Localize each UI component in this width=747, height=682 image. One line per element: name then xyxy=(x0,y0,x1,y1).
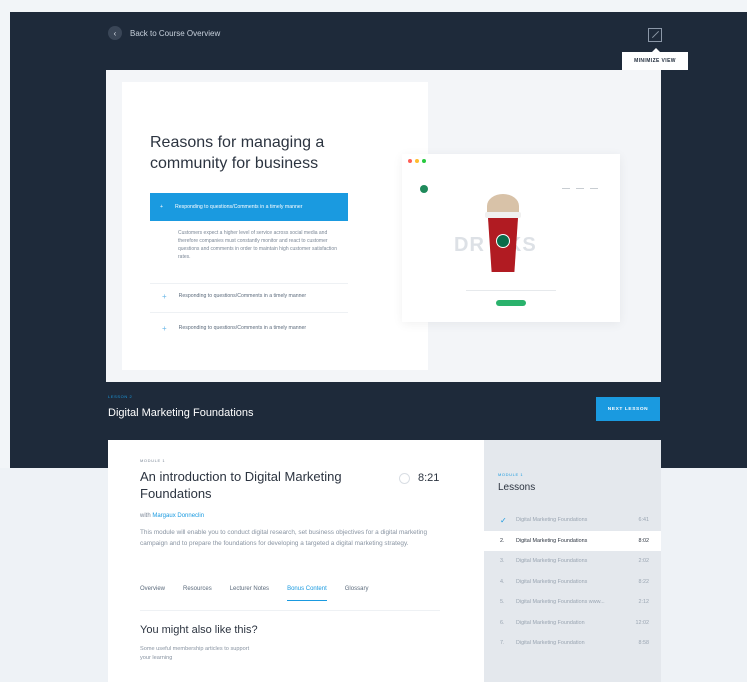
lesson-item[interactable]: 4. Digital Marketing Foundations 8:22 xyxy=(484,572,661,592)
close-dot xyxy=(408,159,412,163)
minimize-icon[interactable] xyxy=(648,28,662,42)
lesson-duration: 8:02 xyxy=(638,537,650,544)
cup-logo xyxy=(496,234,510,248)
lessons-title: Lessons xyxy=(498,482,536,493)
back-link-label: Back to Course Overview xyxy=(130,28,221,38)
suggestions-text: Some useful membership articles to suppo… xyxy=(140,646,250,661)
lesson-duration: 2:02 xyxy=(638,558,650,564)
lessons-module-label: MODULE 1 xyxy=(498,472,524,477)
brand-logo-icon xyxy=(420,185,428,193)
lesson-duration: 2:12 xyxy=(638,599,650,605)
lesson-number: 5. xyxy=(500,599,505,605)
browser-mockup: DR NKS xyxy=(402,154,620,322)
accordion-item-label: Responding to questions/Comments in a ti… xyxy=(178,293,307,299)
lesson-item[interactable]: 3. Digital Marketing Foundations 2:02 xyxy=(484,551,661,571)
accordion-item[interactable]: + Responding to questions/Comments in a … xyxy=(150,317,348,339)
lesson-name: Digital Marketing Foundation xyxy=(516,619,585,626)
maximize-dot xyxy=(422,159,426,163)
lesson-name: Digital Marketing Foundations xyxy=(516,578,588,585)
lessons-panel: MODULE 1 Lessons ✓ Digital Marketing Foun… xyxy=(484,440,661,682)
accordion-item-label: Responding to questions/Comments in a ti… xyxy=(178,325,307,331)
lesson-name: Digital Marketing Foundations xyxy=(516,517,588,523)
tab-overview[interactable]: Overview xyxy=(140,586,165,601)
clock-icon xyxy=(399,473,410,484)
accordion-item[interactable]: + Responding to questions/Comments in a … xyxy=(150,285,348,307)
suggestions-title: You might also like this? xyxy=(140,624,258,636)
mockup-button xyxy=(496,300,526,306)
slide-stage: Reasons for managing a community for bus… xyxy=(106,70,661,382)
lesson-item[interactable]: 5. Digital Marketing Foundations www... 2:… xyxy=(484,592,661,612)
author-line: with Margaux Donneclin xyxy=(140,513,204,519)
lesson-duration: 12:02 xyxy=(635,619,650,626)
minimize-tooltip: MINIMIZE VIEW xyxy=(622,48,688,70)
lesson-duration: 8:22 xyxy=(638,578,650,585)
lesson-number: 4. xyxy=(500,578,505,585)
accordion-item-active[interactable]: + Responding to questions/Comments in a … xyxy=(150,193,348,221)
check-icon: ✓ xyxy=(500,515,507,525)
lesson-name: Digital Marketing Foundations www... xyxy=(516,599,605,605)
lesson-item[interactable]: 2. Digital Marketing Foundations 8:02 xyxy=(484,530,661,551)
module-label: MODULE 1 xyxy=(140,458,166,463)
accordion-active-label: Responding to questions/Comments in a ti… xyxy=(175,204,303,210)
tab-bonus-content[interactable]: Bonus Content xyxy=(287,586,327,601)
module-title: An introduction to Digital Marketing Fou… xyxy=(140,469,342,501)
lesson-label: LESSON 2 xyxy=(108,394,133,399)
author-prefix: with xyxy=(140,513,151,519)
lesson-number: 3. xyxy=(500,558,505,564)
mockup-nav xyxy=(562,188,598,189)
tab-resources[interactable]: Resources xyxy=(183,586,212,601)
module-card: MODULE 1 An introduction to Digital Mark… xyxy=(108,440,484,682)
plus-icon: + xyxy=(160,204,164,210)
accordion-body: Customers expect a higher level of servi… xyxy=(178,230,337,260)
plus-icon: + xyxy=(162,323,167,333)
author-link[interactable]: Margaux Donneclin xyxy=(152,513,204,519)
next-lesson-button[interactable]: NEXT LESSON xyxy=(596,397,660,421)
lesson-item[interactable]: 6. Digital Marketing Foundation 12:02 xyxy=(484,613,661,633)
lesson-name: Digital Marketing Foundation xyxy=(516,640,585,646)
lesson-title: Digital Marketing Foundations xyxy=(108,407,254,419)
lesson-duration: 8:58 xyxy=(638,640,650,646)
cup-lid xyxy=(485,212,521,218)
lesson-name: Digital Marketing Foundations xyxy=(516,558,588,564)
module-description: This module will enable you to conduct d… xyxy=(140,529,428,547)
slide-title: Reasons for managing a community for bus… xyxy=(150,134,325,172)
chevron-left-icon: ‹ xyxy=(108,26,122,40)
minimize-dot xyxy=(415,159,419,163)
lesson-number: 2. xyxy=(500,537,505,544)
lesson-number: 6. xyxy=(500,619,505,626)
tab-glossary[interactable]: Glossary xyxy=(345,586,369,601)
lesson-duration: 6:41 xyxy=(638,517,650,523)
divider xyxy=(150,312,348,313)
window-controls xyxy=(408,159,426,163)
module-tabs: Overview Resources Lecturer Notes Bonus … xyxy=(140,586,368,601)
lesson-name: Digital Marketing Foundations xyxy=(516,537,588,544)
tab-lecturer-notes[interactable]: Lecturer Notes xyxy=(230,586,269,601)
module-duration: 8:21 xyxy=(418,472,440,484)
divider xyxy=(150,283,348,284)
divider xyxy=(140,610,440,611)
lesson-number: 7. xyxy=(500,640,505,646)
mockup-text-line xyxy=(466,290,556,291)
plus-icon: + xyxy=(162,291,167,301)
back-to-course-link[interactable]: ‹ Back to Course Overview xyxy=(108,26,220,40)
lesson-item[interactable]: 7. Digital Marketing Foundation 8:58 xyxy=(484,633,661,653)
lesson-item[interactable]: ✓ Digital Marketing Foundations 6:41 xyxy=(484,510,661,530)
slide-card: Reasons for managing a community for bus… xyxy=(122,82,428,370)
